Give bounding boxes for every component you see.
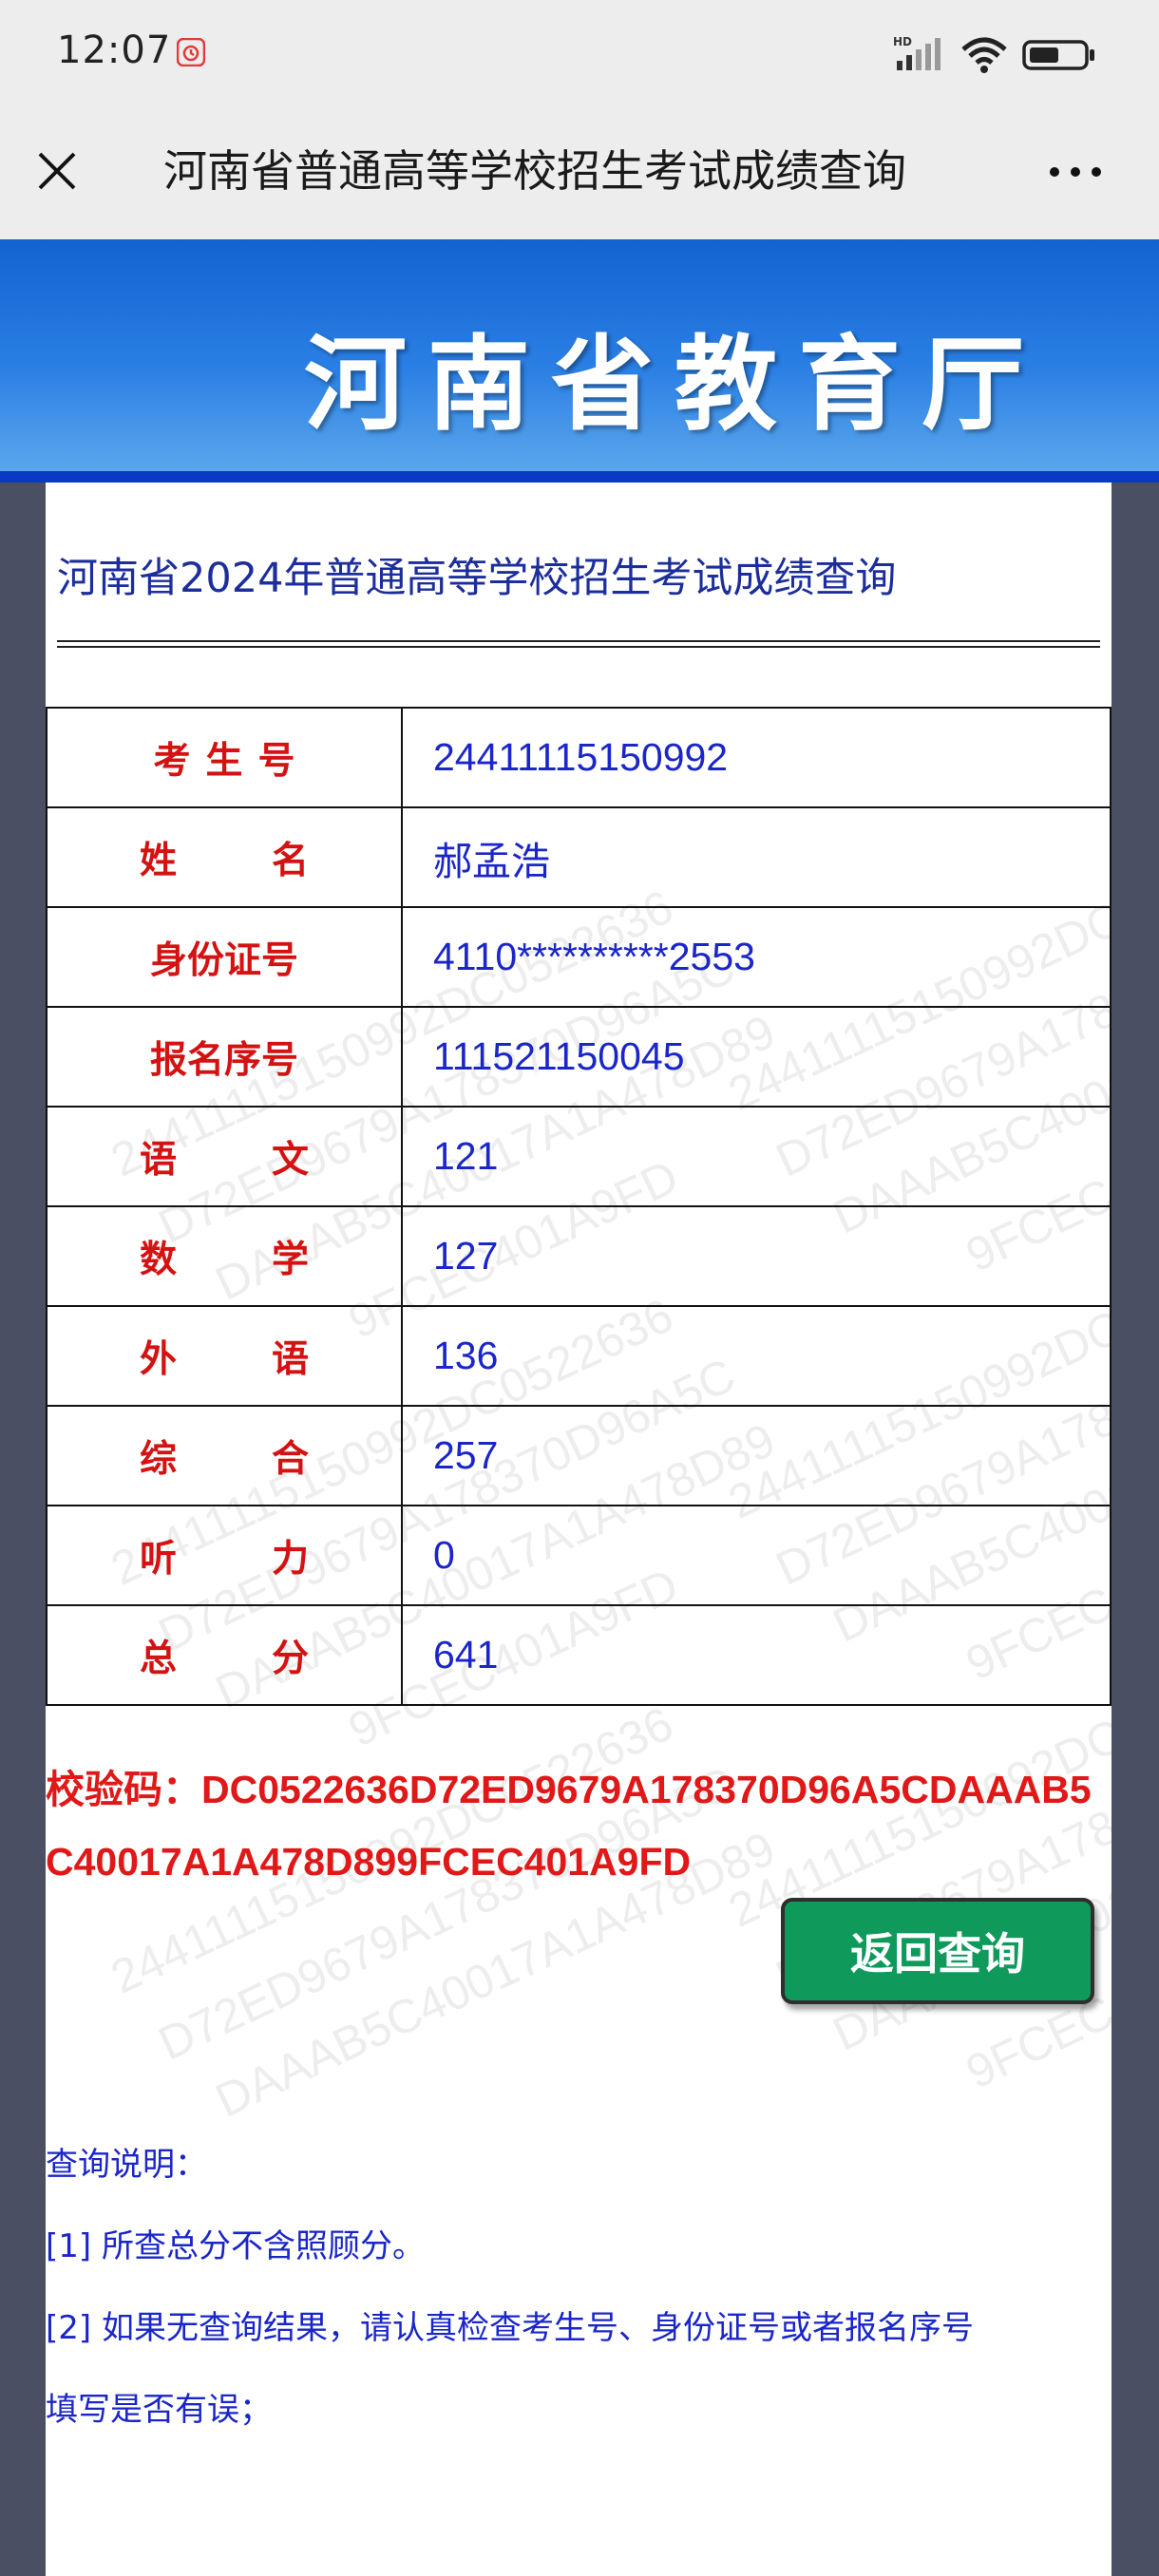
page-heading: 河南省2024年普通高等学校招生考试成绩查询 bbox=[57, 555, 897, 602]
table-row: 语文 121 bbox=[46, 1106, 1112, 1207]
row-label: 姓名 bbox=[46, 806, 403, 908]
svg-text:HD: HD bbox=[893, 35, 912, 48]
table-row: 听力 0 bbox=[46, 1505, 1112, 1606]
table-row: 数学 127 bbox=[46, 1205, 1112, 1307]
row-value: 136 bbox=[401, 1305, 1112, 1407]
nav-bar: 河南省普通高等学校招生考试成绩查询 bbox=[0, 112, 1159, 239]
banner-title: 河南省教育厅 bbox=[304, 326, 1046, 445]
table-row: 综合 257 bbox=[46, 1405, 1112, 1506]
row-label: 身份证号 bbox=[46, 906, 403, 1008]
row-label: 外语 bbox=[46, 1305, 403, 1407]
row-value: 641 bbox=[401, 1604, 1112, 1706]
header-banner: 河南省教育厅 bbox=[0, 239, 1159, 471]
notes-title: 查询说明： bbox=[46, 2146, 207, 2184]
status-bar: 12:07 HD bbox=[0, 0, 1159, 112]
notes-line: [1] 所查总分不含照顾分。 bbox=[46, 2227, 425, 2265]
row-value: 24411115150992 bbox=[401, 707, 1112, 808]
table-row: 外语 136 bbox=[46, 1305, 1112, 1407]
table-row: 考生号 24411115150992 bbox=[46, 707, 1112, 808]
nav-title: 河南省普通高等学校招生考试成绩查询 bbox=[163, 145, 906, 197]
row-label: 数学 bbox=[46, 1205, 403, 1307]
verification-code: 校验码：DC0522636D72ED9679A178370D96A5CDAAAB… bbox=[46, 1753, 1112, 1898]
table-row: 总分 641 bbox=[46, 1604, 1112, 1706]
notes-line: [2] 如果无查询结果，请认真检查考生号、身份证号或者报名序号 bbox=[46, 2309, 974, 2347]
row-label: 综合 bbox=[46, 1405, 403, 1506]
row-label: 考生号 bbox=[46, 707, 403, 808]
alarm-icon bbox=[177, 38, 205, 66]
verification-code-value: DC0522636D72ED9679A178370D96A5CDAAAB5C40… bbox=[46, 1768, 1092, 1884]
more-icon[interactable] bbox=[1045, 158, 1106, 186]
heading-divider bbox=[57, 640, 1100, 648]
score-table: 考生号 24411115150992 姓名 郝孟浩 身份证号 4110*****… bbox=[46, 707, 1112, 1706]
row-label: 听力 bbox=[46, 1505, 403, 1606]
row-label: 总分 bbox=[46, 1604, 403, 1706]
row-value: 121 bbox=[401, 1106, 1112, 1207]
row-value: 257 bbox=[401, 1405, 1112, 1506]
query-notes: 查询说明： [1] 所查总分不含照顾分。 [2] 如果无查询结果，请认真检查考生… bbox=[46, 2124, 1112, 2451]
table-row: 姓名 郝孟浩 bbox=[46, 806, 1112, 908]
row-value: 0 bbox=[401, 1505, 1112, 1606]
main-content: 24411115150992DC0522636 D72ED9679A178370… bbox=[46, 483, 1112, 2576]
notes-line: 填写是否有误； bbox=[46, 2391, 272, 2429]
close-icon[interactable] bbox=[34, 148, 80, 194]
row-value: 郝孟浩 bbox=[401, 806, 1112, 908]
back-to-query-button[interactable]: 返回查询 bbox=[781, 1898, 1094, 2004]
table-row: 报名序号 111521150045 bbox=[46, 1006, 1112, 1108]
row-value: 111521150045 bbox=[401, 1006, 1112, 1108]
signal-icon: HD bbox=[893, 35, 940, 70]
row-value: 127 bbox=[401, 1205, 1112, 1307]
row-label: 报名序号 bbox=[46, 1006, 403, 1108]
status-time: 12:07 bbox=[57, 28, 172, 72]
verification-code-label: 校验码： bbox=[46, 1768, 201, 1811]
banner-divider bbox=[0, 471, 1159, 483]
row-value: 4110**********2553 bbox=[401, 906, 1112, 1008]
wifi-icon bbox=[961, 37, 1007, 73]
row-label: 语文 bbox=[46, 1106, 403, 1207]
battery-icon bbox=[1022, 40, 1094, 70]
table-row: 身份证号 4110**********2553 bbox=[46, 906, 1112, 1008]
